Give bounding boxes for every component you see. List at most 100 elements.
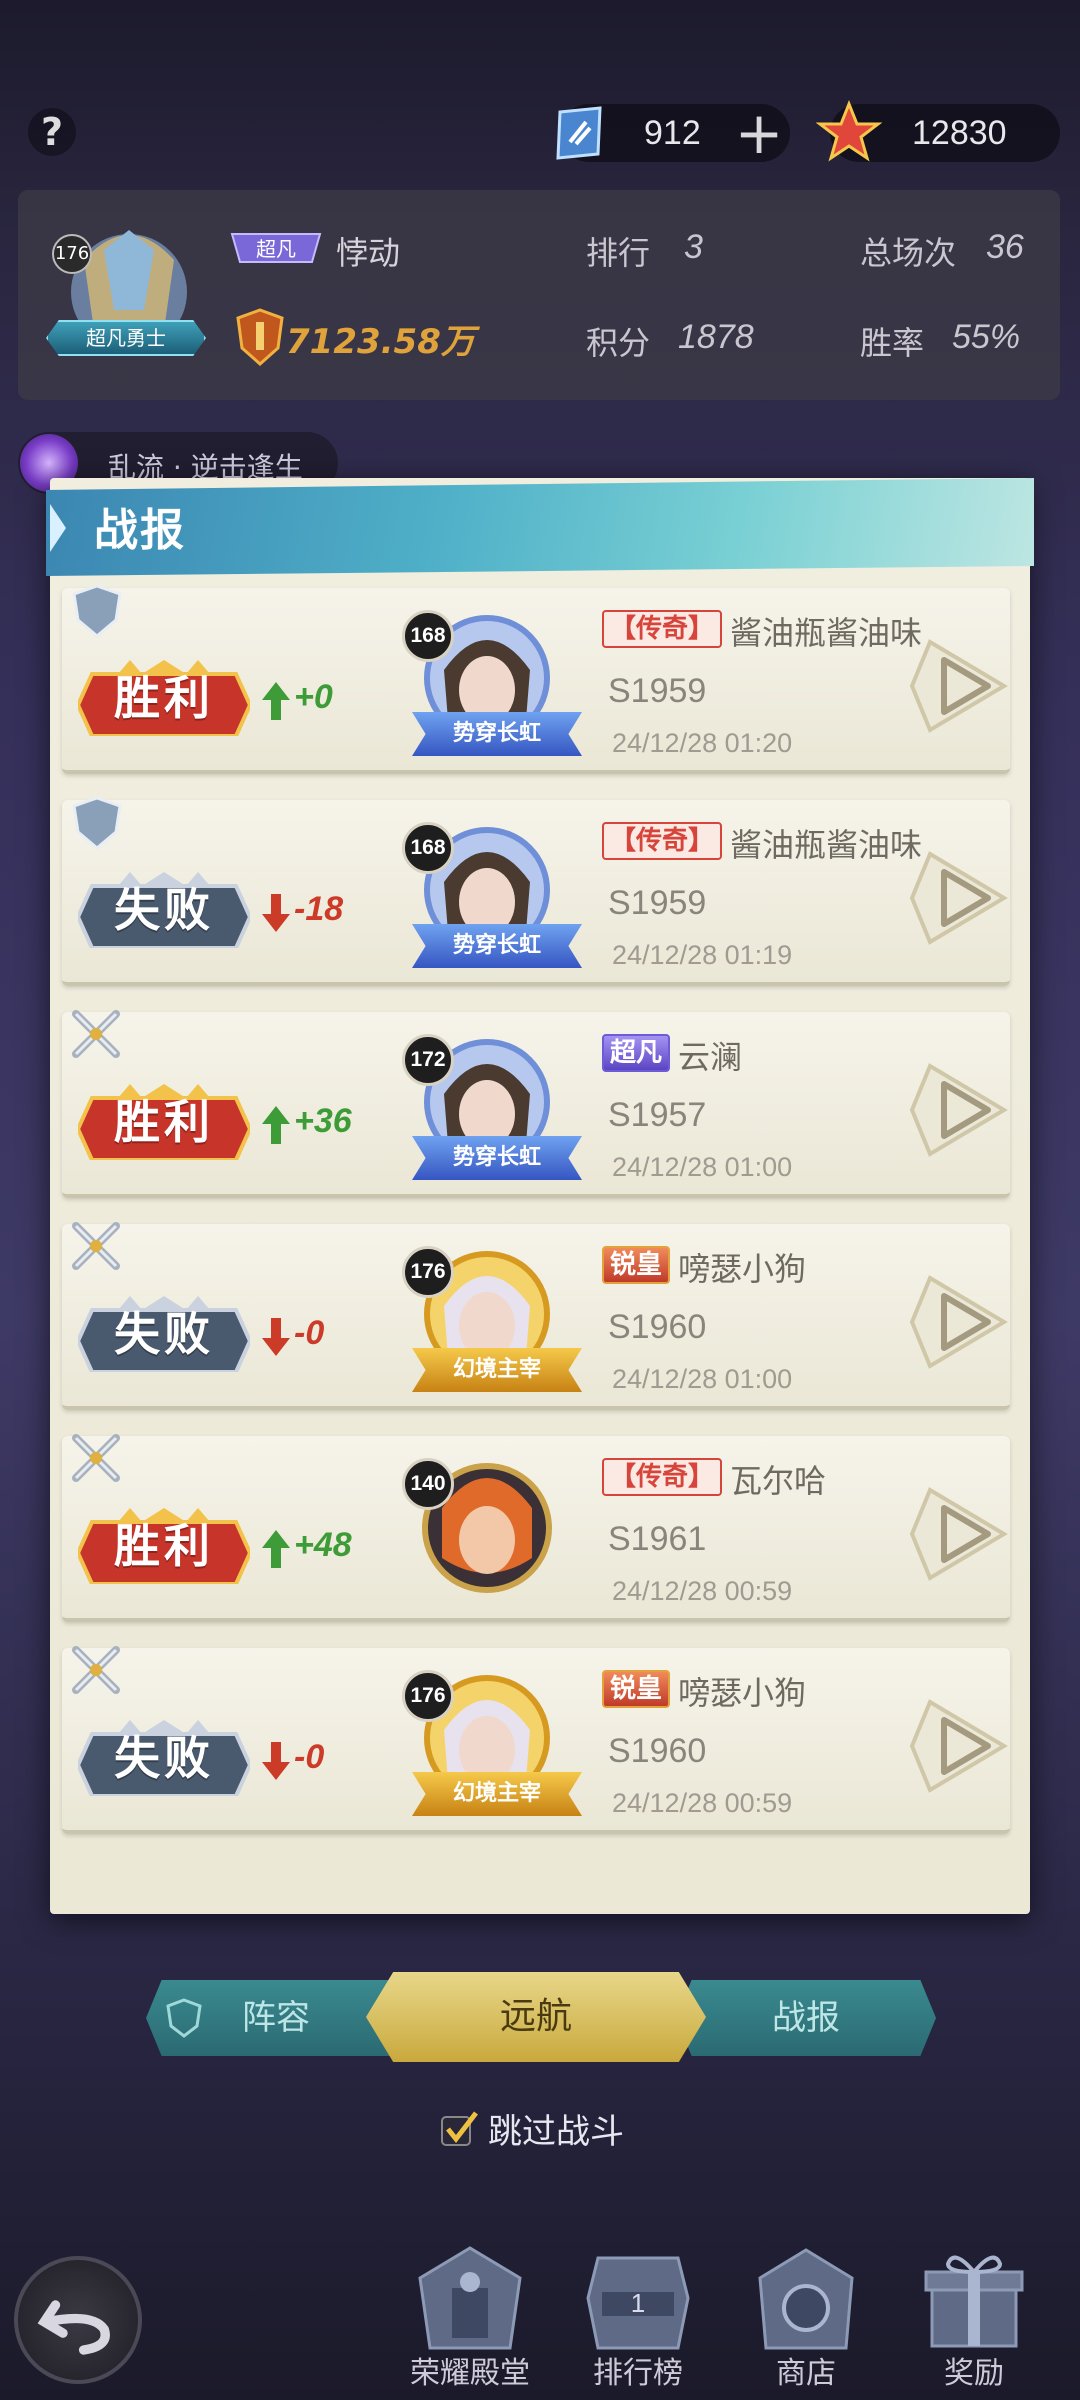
replay-play-button[interactable] [908, 1272, 1008, 1372]
opponent-rank-tag: 锐皇 [602, 1670, 671, 1708]
tab-lineup-label: 阵容 [242, 1998, 310, 2038]
battle-time: 24/12/28 00:59 [612, 1576, 793, 1606]
add-ticket-button[interactable]: + [735, 104, 784, 162]
score-label: 积分 [586, 324, 651, 362]
mode-tabs: 阵容 战报 远航 [146, 1972, 936, 2062]
arrow-up-icon [262, 1106, 290, 1144]
hero-level-badge: 176 [402, 1246, 454, 1298]
battle-time: 24/12/28 01:00 [612, 1364, 793, 1394]
hero-title-banner: 幻境主宰 [412, 1348, 582, 1392]
tab-voyage[interactable]: 远航 [366, 1972, 706, 2062]
power-shield-icon [236, 308, 284, 366]
tab-report-label: 战报 [772, 1998, 840, 2038]
hero-level-badge: 168 [402, 822, 454, 874]
opponent-server: S1957 [608, 1096, 707, 1134]
arrow-down-icon [262, 894, 290, 932]
battle-time: 24/12/28 01:20 [612, 728, 793, 758]
arrow-up-icon [262, 682, 290, 720]
checkmark-icon [441, 2110, 478, 2146]
hero-title-banner: 势穿长虹 [412, 1136, 582, 1180]
swords-icon [72, 1646, 120, 1694]
temple-icon [418, 2246, 522, 2350]
winrate-label: 胜率 [860, 324, 925, 362]
rank-tier-badge: 超凡 [230, 233, 322, 263]
hero-level-badge: 176 [402, 1670, 454, 1722]
dialog-title: 战报 [94, 505, 186, 556]
points-currency: 12830 [816, 100, 1060, 162]
tab-report[interactable]: 战报 [676, 1980, 936, 2056]
player-title: 超凡勇士 [46, 320, 206, 356]
opponent-name: 嗙瑟小狗 [678, 1674, 807, 1712]
score-value: 1878 [678, 318, 754, 356]
podium-icon: 1 [586, 2256, 690, 2350]
hero-level-badge: 172 [402, 1034, 454, 1086]
opponent-name: 嗙瑟小狗 [678, 1250, 807, 1288]
replay-play-button[interactable] [908, 848, 1008, 948]
nav-shop-label: 商店 [776, 2356, 836, 2391]
opponent-name: 酱油瓶酱油味 [730, 826, 923, 864]
opponent-server: S1959 [608, 884, 707, 922]
score-delta: -0 [294, 1314, 325, 1352]
help-button[interactable]: ? [28, 108, 76, 156]
replay-play-button[interactable] [908, 1060, 1008, 1160]
battle-report-card: 胜利 +48 140 【传奇】 瓦尔哈 S1961 24/12/28 00:59 [62, 1434, 1010, 1622]
gift-icon [924, 2255, 1024, 2348]
score-delta: -18 [294, 890, 344, 928]
battle-report-card: 失败 -0 176 幻境主宰 锐皇 嗙瑟小狗 S1960 24/12/28 00:59 [62, 1646, 1010, 1834]
opponent-name: 瓦尔哈 [730, 1462, 827, 1500]
hero-title-banner: 幻境主宰 [412, 1772, 582, 1816]
battle-report-card: 胜利 +0 168 势穿长虹 【传奇】 酱油瓶酱油味 S1959 24/12/28 01:20 [62, 584, 1010, 774]
back-arrow-icon [37, 2300, 110, 2355]
tab-voyage-label: 远航 [499, 1996, 572, 2037]
shield-icon [72, 584, 122, 638]
opponent-rank-tag: 【传奇】 [602, 610, 723, 648]
star-medal-icon [816, 100, 882, 162]
ticket-currency: 912 + [556, 104, 790, 162]
opponent-rank-tag: 锐皇 [602, 1246, 671, 1284]
opponent-rank-tag: 【传奇】 [602, 1458, 723, 1496]
rank-value: 3 [684, 228, 703, 266]
nav-hall-of-fame[interactable]: 荣耀殿堂 [400, 2238, 540, 2398]
opponent-name: 酱油瓶酱油味 [730, 614, 923, 652]
back-button[interactable] [14, 2256, 142, 2384]
hero-title-banner: 势穿长虹 [412, 712, 582, 756]
nav-rewards-label: 奖励 [944, 2356, 1004, 2391]
hero-level-badge: 140 [402, 1458, 454, 1510]
winrate-value: 55% [952, 318, 1021, 356]
arrow-down-icon [262, 1742, 290, 1780]
player-name: 悖动 [336, 234, 401, 272]
nav-leaderboard-label: 排行榜 [593, 2356, 683, 2391]
battle-report-card: 失败 -18 168 势穿长虹 【传奇】 酱油瓶酱油味 S1959 24/12/28 01:1… [62, 796, 1010, 986]
swords-icon [72, 1010, 120, 1058]
arrow-up-icon [262, 1530, 290, 1568]
battle-time: 24/12/28 00:59 [612, 1788, 793, 1818]
lineup-shield-icon [166, 1998, 202, 2038]
opponent-server: S1961 [608, 1520, 707, 1558]
shield-icon [72, 796, 122, 850]
score-delta: +36 [294, 1102, 352, 1140]
battle-report-card: 胜利 +36 172 势穿长虹 超凡 云澜 S1957 24/12/28 01:00 [62, 1010, 1010, 1198]
result-label: 失败 [114, 883, 214, 937]
score-delta: +0 [294, 678, 333, 716]
opponent-server: S1959 [608, 672, 707, 710]
player-profile-panel: 176 超凡勇士 超凡 悖动 7123.58万 排行 3 总场次 36 积分 1… [18, 190, 1060, 400]
opponent-server: S1960 [608, 1732, 707, 1770]
replay-play-button[interactable] [908, 1696, 1008, 1796]
result-label: 胜利 [114, 671, 214, 725]
nav-hall-of-fame-label: 荣耀殿堂 [410, 2356, 530, 2391]
ticket-count: 912 [644, 113, 701, 152]
replay-play-button[interactable] [908, 1484, 1008, 1584]
skip-battle-toggle[interactable]: 跳过战斗 [440, 2104, 624, 2153]
shop-icon [758, 2248, 854, 2350]
battle-time: 24/12/28 01:00 [612, 1152, 793, 1182]
dialog-header [46, 478, 1034, 576]
result-label: 胜利 [114, 1519, 214, 1573]
replay-play-button[interactable] [908, 636, 1008, 736]
nav-shop[interactable]: 商店 [736, 2238, 876, 2398]
result-label: 胜利 [114, 1095, 214, 1149]
hero-level-badge: 168 [402, 610, 454, 662]
nav-rewards[interactable]: 奖励 [904, 2238, 1044, 2398]
battle-report-dialog: 战报 胜利 +0 168 势穿长虹 【传奇】 酱油瓶酱油味 S1959 24/12/28 01… [46, 478, 1034, 1914]
nav-leaderboard[interactable]: 1 排行榜 [568, 2238, 708, 2398]
opponent-name: 云澜 [678, 1038, 743, 1076]
